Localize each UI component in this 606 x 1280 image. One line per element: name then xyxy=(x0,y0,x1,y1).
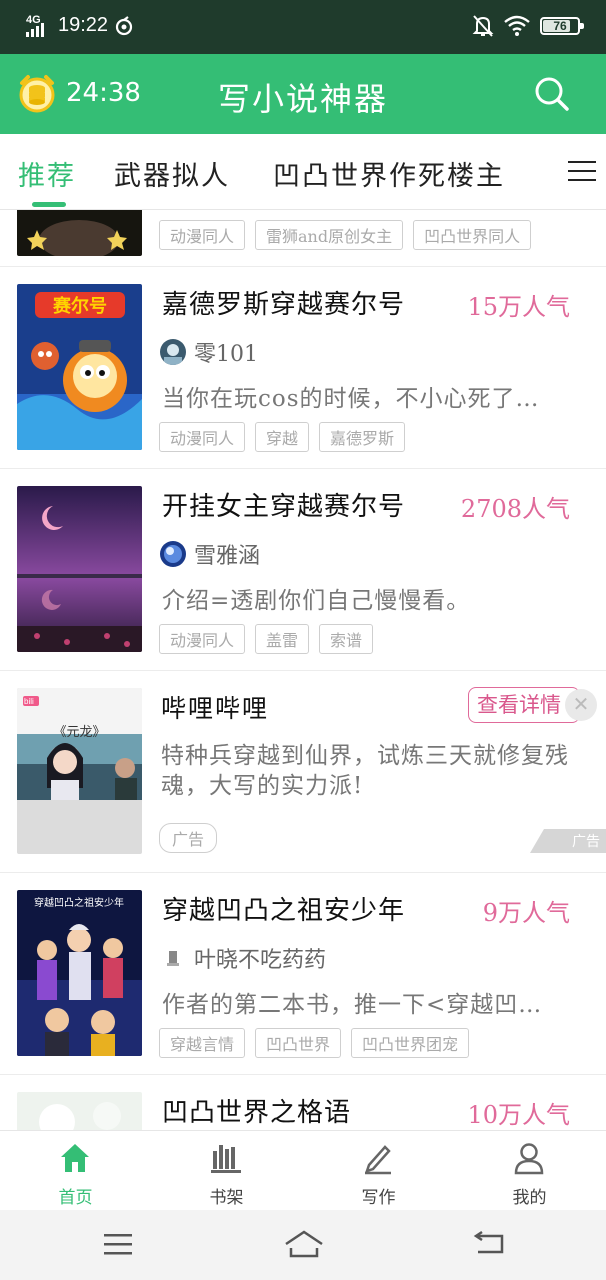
tag: 凹凸世界同人 xyxy=(413,220,532,250)
book-title[interactable]: 凹凸世界之格语 xyxy=(162,1092,351,1129)
ad-item[interactable]: bili 《元龙》 哔哩哔哩 查看详情 ✕ 特种兵穿越到仙界，试炼三天就修复残魂… xyxy=(0,671,606,873)
author-avatar xyxy=(160,541,186,567)
tab-weapon-personification[interactable]: 武器拟人 xyxy=(114,154,230,193)
list-item[interactable]: 赛尔号 嘉德罗斯穿越赛尔号 15万人气 零101 当你在玩cos的时候，不小心死… xyxy=(0,267,606,469)
tag: 凹凸世界团宠 xyxy=(351,1028,470,1058)
book-title[interactable]: 穿越凹凸之祖安少年 xyxy=(162,890,405,927)
author-avatar xyxy=(160,945,186,971)
book-cover xyxy=(17,210,142,256)
category-tabs: 推荐 武器拟人 凹凸世界作死楼主 I xyxy=(0,134,606,210)
list-item[interactable]: 动漫同人 雷狮and原创女主 凹凸世界同人 xyxy=(0,210,606,267)
tag: 动漫同人 xyxy=(159,220,246,250)
ad-title[interactable]: 哔哩哔哩 xyxy=(161,689,269,725)
nav-bookshelf[interactable]: 书架 xyxy=(151,1131,302,1211)
nav-label: 写作 xyxy=(361,1188,396,1208)
svg-text:赛尔号: 赛尔号 xyxy=(52,295,107,317)
ad-description: 特种兵穿越到仙界，试炼三天就修复残魂，大写的实力派! xyxy=(161,743,569,799)
list-item[interactable]: 开挂女主穿越赛尔号 2708人气 雪雅涵 介绍=透剧你们自己慢慢看。 动漫同人 … xyxy=(0,469,606,671)
tab-recommend[interactable]: 推荐 xyxy=(18,154,76,193)
view-details-button[interactable]: 查看详情 xyxy=(468,687,580,723)
book-cover xyxy=(17,1092,142,1130)
book-title[interactable]: 开挂女主穿越赛尔号 xyxy=(162,486,405,523)
status-bar: 4G 19:22 76 xyxy=(0,0,606,54)
app-bar: 24:38 写小说神器 xyxy=(0,54,606,134)
ad-cover-badge: bili xyxy=(24,697,34,706)
author-avatar xyxy=(160,339,186,365)
tab-menu-icon[interactable] xyxy=(550,134,606,209)
tag: 盖雷 xyxy=(255,624,310,654)
tag: 穿越言情 xyxy=(159,1028,246,1058)
home-icon xyxy=(61,1144,89,1172)
book-cover: 穿越凹凸之祖安少年 xyxy=(17,890,142,1056)
ad-tag: 广告 xyxy=(159,823,218,853)
nav-label: 我的 xyxy=(512,1188,547,1208)
battery-level: 76 xyxy=(553,19,567,33)
tab-aotu-world[interactable]: 凹凸世界作死楼主 xyxy=(273,154,505,193)
tag: 雷狮and原创女主 xyxy=(255,220,404,250)
popularity-count: 10万人气 xyxy=(467,1101,570,1129)
tag: 穿越 xyxy=(255,422,310,452)
battery-icon: 76 xyxy=(540,17,584,35)
ad-image xyxy=(17,688,142,854)
nav-write[interactable]: 写作 xyxy=(303,1131,454,1211)
author-name: 叶晓不吃药药 xyxy=(194,948,327,973)
nav-label: 首页 xyxy=(58,1188,93,1208)
signal-icon: 4G xyxy=(26,14,52,37)
bottom-nav: 首页 书架 写作 我的 xyxy=(0,1130,606,1210)
ad-corner-label: 广告 xyxy=(530,829,606,853)
book-description: 当你在玩cos的时候，不小心死了… xyxy=(162,386,540,412)
nav-home[interactable]: 首页 xyxy=(0,1131,151,1211)
tag: 索谱 xyxy=(319,624,374,654)
author[interactable]: 叶晓不吃药药 xyxy=(160,942,326,974)
popularity-count: 9万人气 xyxy=(482,899,570,927)
nav-label: 书架 xyxy=(209,1188,244,1208)
book-cover xyxy=(17,486,142,652)
tag: 动漫同人 xyxy=(159,422,246,452)
book-title[interactable]: 嘉德罗斯穿越赛尔号 xyxy=(162,284,405,321)
home-button-icon[interactable] xyxy=(283,1228,325,1260)
popularity-count: 15万人气 xyxy=(467,293,570,321)
ad-cover-caption: 《元龙》 xyxy=(53,725,106,740)
nav-profile[interactable]: 我的 xyxy=(454,1131,605,1211)
system-nav-bar xyxy=(0,1210,606,1280)
list-item[interactable]: 凹凸世界之格语 10万人气 xyxy=(0,1075,606,1130)
popularity-count: 2708人气 xyxy=(460,495,570,523)
book-cover: 赛尔号 xyxy=(17,284,142,450)
svg-text:穿越凹凸之祖安少年: 穿越凹凸之祖安少年 xyxy=(34,896,124,909)
tab-indicator xyxy=(32,202,66,207)
bookshelf-icon xyxy=(211,1145,241,1173)
wifi-icon xyxy=(504,15,530,36)
author-name: 零101 xyxy=(194,342,258,367)
list-item[interactable]: 穿越凹凸之祖安少年 穿越凹凸之祖安少年 9万人气 叶晓不吃药药 作者的第二本书，… xyxy=(0,873,606,1075)
tag: 凹凸世界 xyxy=(255,1028,342,1058)
book-description: 介绍=透剧你们自己慢慢看。 xyxy=(162,588,471,614)
back-icon[interactable] xyxy=(472,1230,506,1258)
author[interactable]: 零101 xyxy=(160,336,258,368)
app-title: 写小说神器 xyxy=(217,80,388,118)
book-list[interactable]: 动漫同人 雷狮and原创女主 凹凸世界同人 赛尔号 嘉德罗斯穿越赛尔号 15万人… xyxy=(0,210,606,1130)
app-notification-icon xyxy=(115,15,133,35)
search-icon[interactable] xyxy=(534,76,570,112)
author-name: 雪雅涵 xyxy=(194,544,261,569)
profile-icon xyxy=(514,1143,544,1175)
status-time: 19:22 xyxy=(58,14,109,36)
close-icon[interactable]: ✕ xyxy=(565,689,597,721)
tag: 嘉德罗斯 xyxy=(319,422,406,452)
tag: 动漫同人 xyxy=(159,624,246,654)
pen-icon xyxy=(365,1145,391,1175)
menu-icon[interactable] xyxy=(102,1232,134,1258)
mute-bell-icon xyxy=(472,15,494,37)
book-description: 作者的第二本书，推一下<穿越凹… xyxy=(162,992,543,1018)
author[interactable]: 雪雅涵 xyxy=(160,538,260,570)
